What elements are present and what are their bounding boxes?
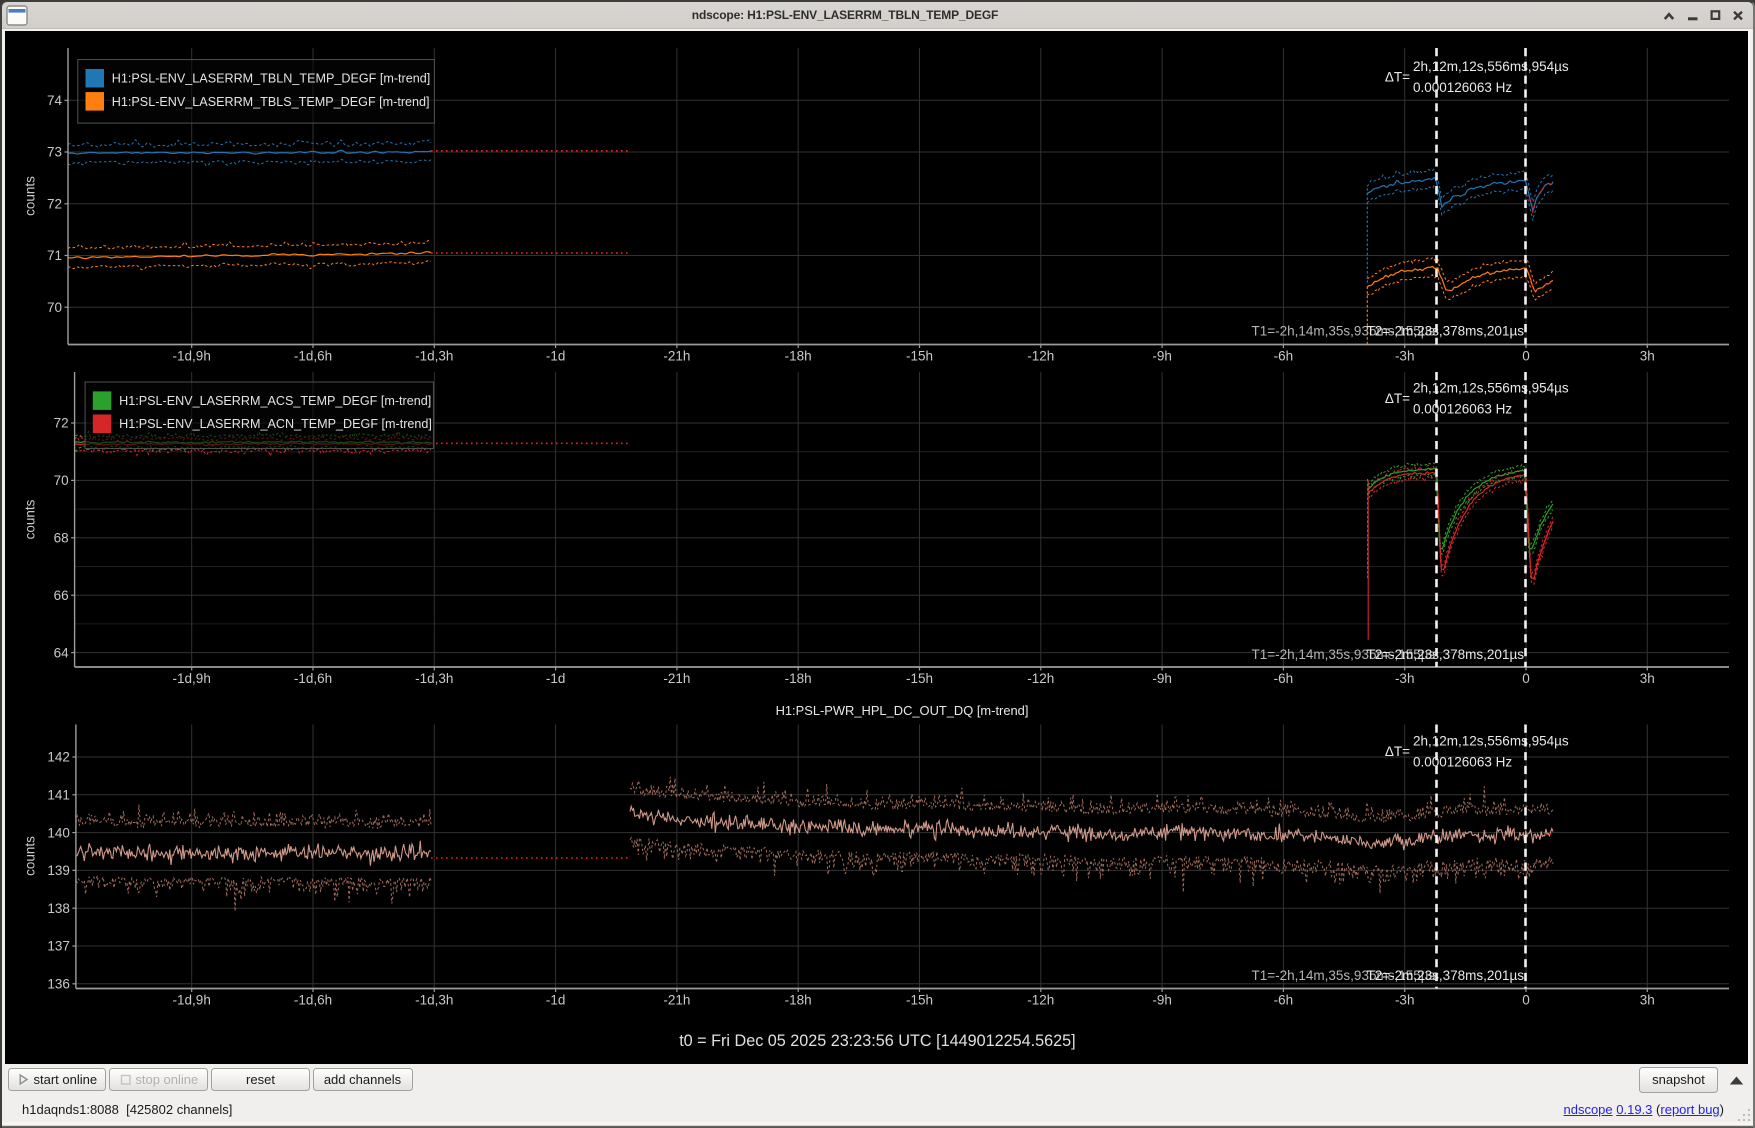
- svg-text:T2=-2m,23s,378ms,201µs: T2=-2m,23s,378ms,201µs: [1367, 324, 1525, 339]
- svg-text:70: 70: [54, 473, 69, 488]
- svg-text:-1d: -1d: [546, 349, 566, 364]
- svg-text:ΔT=: ΔT=: [1385, 744, 1410, 759]
- svg-text:0: 0: [1522, 671, 1530, 686]
- svg-text:-1d,9h: -1d,9h: [173, 671, 211, 686]
- svg-text:72: 72: [47, 197, 62, 212]
- svg-text:H1:PSL-ENV_LASERRM_TBLS_TEMP_D: H1:PSL-ENV_LASERRM_TBLS_TEMP_DEGF [m-tre…: [112, 95, 430, 109]
- svg-text:3h: 3h: [1640, 671, 1655, 686]
- svg-text:T2=-2m,23s,378ms,201µs: T2=-2m,23s,378ms,201µs: [1367, 968, 1525, 983]
- svg-text:2h,12m,12s,556ms,954µs: 2h,12m,12s,556ms,954µs: [1413, 59, 1569, 74]
- svg-text:-12h: -12h: [1027, 671, 1054, 686]
- svg-text:-1d,3h: -1d,3h: [415, 671, 453, 686]
- svg-text:-1d,9h: -1d,9h: [173, 993, 211, 1008]
- svg-text:-3h: -3h: [1395, 349, 1415, 364]
- svg-text:137: 137: [47, 939, 70, 954]
- svg-text:0.000126063 Hz: 0.000126063 Hz: [1413, 755, 1512, 770]
- svg-text:-18h: -18h: [785, 671, 812, 686]
- svg-text:-9h: -9h: [1152, 671, 1172, 686]
- svg-text:-1d,9h: -1d,9h: [173, 349, 211, 364]
- svg-text:-15h: -15h: [906, 993, 933, 1008]
- svg-text:-9h: -9h: [1152, 349, 1172, 364]
- svg-text:-18h: -18h: [785, 993, 812, 1008]
- svg-text:-1d,3h: -1d,3h: [415, 993, 453, 1008]
- svg-text:-1d,6h: -1d,6h: [294, 993, 332, 1008]
- svg-text:3h: 3h: [1640, 993, 1655, 1008]
- svg-text:71: 71: [47, 248, 62, 263]
- svg-text:-15h: -15h: [906, 671, 933, 686]
- svg-text:-6h: -6h: [1274, 671, 1294, 686]
- svg-text:2h,12m,12s,556ms,954µs: 2h,12m,12s,556ms,954µs: [1413, 734, 1569, 749]
- svg-text:H1:PSL-ENV_LASERRM_ACN_TEMP_DE: H1:PSL-ENV_LASERRM_ACN_TEMP_DEGF [m-tren…: [119, 417, 432, 431]
- svg-text:-21h: -21h: [663, 993, 690, 1008]
- svg-text:142: 142: [47, 750, 70, 765]
- svg-text:-18h: -18h: [785, 349, 812, 364]
- svg-text:0.000126063 Hz: 0.000126063 Hz: [1413, 80, 1512, 95]
- svg-text:139: 139: [47, 863, 70, 878]
- svg-text:counts: counts: [23, 499, 38, 539]
- svg-text:-1d,6h: -1d,6h: [294, 671, 332, 686]
- svg-text:136: 136: [47, 977, 70, 992]
- svg-text:-1d,6h: -1d,6h: [294, 349, 332, 364]
- svg-text:-6h: -6h: [1274, 349, 1294, 364]
- svg-text:counts: counts: [23, 176, 38, 216]
- svg-text:66: 66: [54, 588, 69, 603]
- svg-text:0.000126063 Hz: 0.000126063 Hz: [1413, 402, 1512, 417]
- svg-text:0: 0: [1522, 349, 1530, 364]
- svg-text:ΔT=: ΔT=: [1385, 70, 1410, 85]
- svg-text:68: 68: [54, 531, 69, 546]
- svg-text:0: 0: [1522, 993, 1530, 1008]
- svg-text:-21h: -21h: [663, 671, 690, 686]
- svg-text:70: 70: [47, 300, 62, 315]
- svg-text:141: 141: [47, 788, 70, 803]
- svg-text:-1d,3h: -1d,3h: [415, 349, 453, 364]
- svg-text:H1:PSL-ENV_LASERRM_TBLN_TEMP_D: H1:PSL-ENV_LASERRM_TBLN_TEMP_DEGF [m-tre…: [112, 72, 430, 86]
- svg-text:-12h: -12h: [1027, 993, 1054, 1008]
- svg-text:-15h: -15h: [906, 349, 933, 364]
- svg-text:72: 72: [54, 416, 69, 431]
- svg-text:-12h: -12h: [1027, 349, 1054, 364]
- svg-text:-1d: -1d: [546, 993, 566, 1008]
- svg-text:counts: counts: [23, 836, 38, 876]
- svg-text:-3h: -3h: [1395, 671, 1415, 686]
- svg-text:-9h: -9h: [1152, 993, 1172, 1008]
- svg-text:138: 138: [47, 901, 70, 916]
- svg-text:-3h: -3h: [1395, 993, 1415, 1008]
- svg-text:H1:PSL-PWR_HPL_DC_OUT_DQ [m-tr: H1:PSL-PWR_HPL_DC_OUT_DQ [m-trend]: [776, 703, 1029, 718]
- svg-text:2h,12m,12s,556ms,954µs: 2h,12m,12s,556ms,954µs: [1413, 381, 1569, 396]
- svg-text:t0 = Fri Dec 05 2025 23:23:56: t0 = Fri Dec 05 2025 23:23:56 UTC [14490…: [679, 1032, 1075, 1050]
- svg-text:T2=-2m,23s,378ms,201µs: T2=-2m,23s,378ms,201µs: [1367, 647, 1525, 662]
- svg-text:64: 64: [54, 645, 70, 660]
- svg-text:-1d: -1d: [546, 671, 566, 686]
- svg-text:3h: 3h: [1640, 349, 1655, 364]
- svg-text:140: 140: [47, 825, 70, 840]
- svg-text:-6h: -6h: [1274, 993, 1294, 1008]
- svg-text:74: 74: [47, 93, 63, 108]
- svg-text:-21h: -21h: [663, 349, 690, 364]
- svg-text:ΔT=: ΔT=: [1385, 391, 1410, 406]
- svg-text:H1:PSL-ENV_LASERRM_ACS_TEMP_DE: H1:PSL-ENV_LASERRM_ACS_TEMP_DEGF [m-tren…: [119, 394, 431, 408]
- svg-text:73: 73: [47, 145, 62, 160]
